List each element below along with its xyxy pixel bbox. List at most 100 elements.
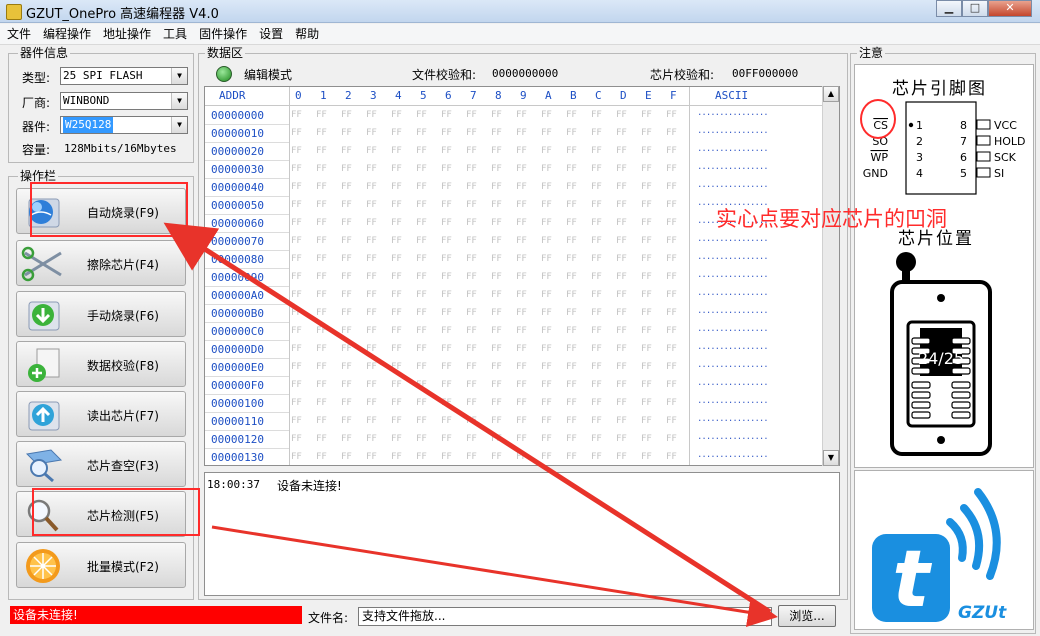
hex-byte-cell[interactable]: FF bbox=[566, 290, 577, 300]
browse-button[interactable]: 浏览... bbox=[778, 605, 836, 627]
hex-byte-cell[interactable]: FF bbox=[291, 452, 302, 462]
type-select[interactable]: 25 SPI FLASH ▼ bbox=[60, 67, 188, 85]
hex-byte-cell[interactable]: FF bbox=[516, 362, 527, 372]
hex-byte-cell[interactable]: FF bbox=[341, 290, 352, 300]
hex-byte-cell[interactable]: FF bbox=[616, 308, 627, 318]
hex-byte-cell[interactable]: FF bbox=[466, 254, 477, 264]
hex-byte-cell[interactable]: FF bbox=[491, 380, 502, 390]
hex-byte-cell[interactable]: FF bbox=[566, 380, 577, 390]
hex-byte-cell[interactable]: FF bbox=[516, 344, 527, 354]
hex-byte-cell[interactable]: FF bbox=[491, 434, 502, 444]
hex-byte-cell[interactable]: FF bbox=[491, 398, 502, 408]
hex-byte-cell[interactable]: FF bbox=[541, 416, 552, 426]
hex-byte-cell[interactable]: FF bbox=[316, 254, 327, 264]
hex-byte-cell[interactable]: FF bbox=[366, 236, 377, 246]
hex-byte-cell[interactable]: FF bbox=[641, 110, 652, 120]
hex-byte-cell[interactable]: FF bbox=[441, 308, 452, 318]
hex-byte-cell[interactable]: FF bbox=[591, 362, 602, 372]
hex-byte-cell[interactable]: FF bbox=[416, 434, 427, 444]
hex-byte-cell[interactable]: FF bbox=[566, 398, 577, 408]
hex-byte-cell[interactable]: FF bbox=[616, 434, 627, 444]
hex-byte-cell[interactable]: FF bbox=[566, 146, 577, 156]
hex-byte-cell[interactable]: FF bbox=[566, 416, 577, 426]
hex-byte-cell[interactable]: FF bbox=[666, 344, 677, 354]
hex-byte-cell[interactable]: FF bbox=[366, 182, 377, 192]
hex-byte-cell[interactable]: FF bbox=[516, 182, 527, 192]
minimize-button[interactable]: ▁ bbox=[936, 0, 962, 17]
hex-byte-cell[interactable]: FF bbox=[391, 416, 402, 426]
hex-byte-cell[interactable]: FF bbox=[541, 146, 552, 156]
hex-byte-cell[interactable]: FF bbox=[641, 218, 652, 228]
hex-byte-cell[interactable]: FF bbox=[666, 128, 677, 138]
hex-byte-cell[interactable]: FF bbox=[641, 326, 652, 336]
hex-byte-cell[interactable]: FF bbox=[341, 200, 352, 210]
hex-byte-cell[interactable]: FF bbox=[366, 290, 377, 300]
hex-byte-cell[interactable]: FF bbox=[491, 146, 502, 156]
hex-byte-cell[interactable]: FF bbox=[291, 272, 302, 282]
hex-byte-cell[interactable]: FF bbox=[541, 128, 552, 138]
hex-byte-cell[interactable]: FF bbox=[341, 344, 352, 354]
hex-byte-cell[interactable]: FF bbox=[391, 398, 402, 408]
hex-byte-cell[interactable]: FF bbox=[316, 434, 327, 444]
hex-byte-cell[interactable]: FF bbox=[541, 434, 552, 444]
hex-byte-cell[interactable]: FF bbox=[416, 128, 427, 138]
hex-byte-cell[interactable]: FF bbox=[641, 434, 652, 444]
hex-byte-cell[interactable]: FF bbox=[666, 362, 677, 372]
hex-byte-cell[interactable]: FF bbox=[516, 416, 527, 426]
hex-byte-cell[interactable]: FF bbox=[466, 452, 477, 462]
hex-byte-cell[interactable]: FF bbox=[291, 182, 302, 192]
hex-byte-cell[interactable]: FF bbox=[666, 254, 677, 264]
close-button[interactable]: ✕ bbox=[988, 0, 1032, 17]
hex-byte-cell[interactable]: FF bbox=[616, 146, 627, 156]
hex-byte-cell[interactable]: FF bbox=[291, 380, 302, 390]
hex-byte-cell[interactable]: FF bbox=[641, 398, 652, 408]
hex-byte-cell[interactable]: FF bbox=[391, 452, 402, 462]
hex-byte-cell[interactable]: FF bbox=[641, 272, 652, 282]
chevron-down-icon[interactable]: ▼ bbox=[171, 93, 187, 109]
hex-byte-cell[interactable]: FF bbox=[616, 272, 627, 282]
hex-byte-cell[interactable]: FF bbox=[666, 146, 677, 156]
hex-byte-cell[interactable]: FF bbox=[291, 398, 302, 408]
hex-byte-cell[interactable]: FF bbox=[591, 146, 602, 156]
hex-byte-cell[interactable]: FF bbox=[566, 326, 577, 336]
hex-byte-cell[interactable]: FF bbox=[391, 146, 402, 156]
hex-byte-cell[interactable]: FF bbox=[491, 218, 502, 228]
hex-byte-cell[interactable]: FF bbox=[541, 398, 552, 408]
hex-byte-cell[interactable]: FF bbox=[416, 200, 427, 210]
hex-byte-cell[interactable]: FF bbox=[666, 434, 677, 444]
hex-byte-cell[interactable]: FF bbox=[516, 200, 527, 210]
hex-byte-cell[interactable]: FF bbox=[341, 146, 352, 156]
hex-byte-cell[interactable]: FF bbox=[641, 452, 652, 462]
hex-byte-cell[interactable]: FF bbox=[341, 110, 352, 120]
hex-byte-cell[interactable]: FF bbox=[366, 452, 377, 462]
hex-byte-cell[interactable]: FF bbox=[616, 362, 627, 372]
hex-byte-cell[interactable]: FF bbox=[416, 272, 427, 282]
hex-byte-cell[interactable]: FF bbox=[541, 218, 552, 228]
hex-byte-cell[interactable]: FF bbox=[541, 182, 552, 192]
hex-byte-cell[interactable]: FF bbox=[666, 110, 677, 120]
hex-byte-cell[interactable]: FF bbox=[491, 236, 502, 246]
hex-byte-cell[interactable]: FF bbox=[391, 272, 402, 282]
hex-byte-cell[interactable]: FF bbox=[316, 182, 327, 192]
hex-byte-cell[interactable]: FF bbox=[491, 254, 502, 264]
hex-byte-cell[interactable]: FF bbox=[316, 452, 327, 462]
hex-byte-cell[interactable]: FF bbox=[466, 344, 477, 354]
hex-byte-cell[interactable]: FF bbox=[416, 362, 427, 372]
hex-byte-cell[interactable]: FF bbox=[341, 416, 352, 426]
erase-chip-button[interactable]: 擦除芯片(F4) bbox=[16, 240, 186, 286]
hex-byte-cell[interactable]: FF bbox=[516, 380, 527, 390]
hex-byte-cell[interactable]: FF bbox=[466, 218, 477, 228]
menu-tools[interactable]: 工具 bbox=[158, 24, 192, 44]
hex-byte-cell[interactable]: FF bbox=[441, 326, 452, 336]
hex-byte-cell[interactable]: FF bbox=[541, 344, 552, 354]
hex-byte-cell[interactable]: FF bbox=[466, 290, 477, 300]
hex-byte-cell[interactable]: FF bbox=[316, 236, 327, 246]
hex-byte-cell[interactable]: FF bbox=[441, 254, 452, 264]
hex-byte-cell[interactable]: FF bbox=[666, 416, 677, 426]
hex-byte-cell[interactable]: FF bbox=[291, 434, 302, 444]
hex-byte-cell[interactable]: FF bbox=[416, 164, 427, 174]
hex-byte-cell[interactable]: FF bbox=[341, 326, 352, 336]
read-chip-button[interactable]: 读出芯片(F7) bbox=[16, 391, 186, 437]
hex-byte-cell[interactable]: FF bbox=[416, 236, 427, 246]
hex-byte-cell[interactable]: FF bbox=[341, 434, 352, 444]
